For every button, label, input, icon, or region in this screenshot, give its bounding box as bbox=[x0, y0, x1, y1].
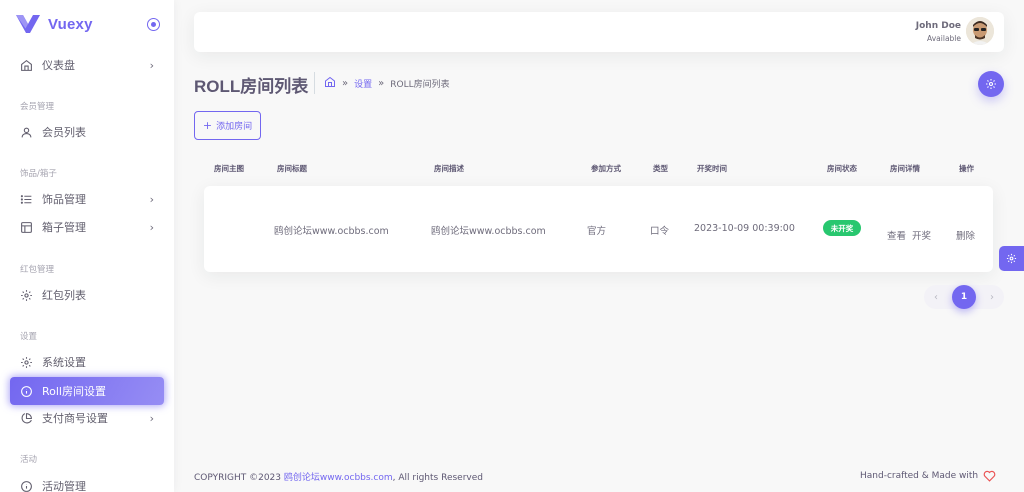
sidebar-section-header: 设置 bbox=[20, 332, 38, 342]
sidebar-item-label: 仪表盘 bbox=[42, 59, 75, 72]
gear-icon bbox=[986, 79, 996, 89]
draw-time-cell: 2023-10-09 00:39:00 bbox=[694, 223, 795, 234]
sidebar-item-label: 系统设置 bbox=[42, 356, 86, 369]
gear-icon bbox=[1006, 253, 1017, 264]
sidebar-section-header: 饰品/箱子 bbox=[20, 169, 57, 179]
user-status: Available bbox=[927, 34, 961, 43]
sidebar-item-dashboard[interactable]: 仪表盘 › bbox=[10, 51, 164, 79]
sidebar-section-header: 活动 bbox=[20, 455, 38, 465]
customizer-toggle-button[interactable] bbox=[999, 246, 1024, 271]
status-badge: 未开奖 bbox=[823, 220, 861, 236]
user-icon bbox=[20, 126, 33, 139]
sidebar-item-items[interactable]: 饰品管理 › bbox=[10, 185, 164, 213]
made-with-text: Hand-crafted & Made with bbox=[860, 471, 979, 481]
sidebar-item-label: 会员列表 bbox=[42, 126, 86, 139]
gear-icon bbox=[20, 356, 33, 369]
sidebar-item-boxes[interactable]: 箱子管理 › bbox=[10, 213, 164, 241]
sidebar-section-header: 红包管理 bbox=[20, 265, 55, 275]
footer-copyright: COPYRIGHT ©2023 鸥创论坛www.ocbbs.com, All r… bbox=[194, 470, 483, 483]
copyright-prefix: COPYRIGHT ©2023 bbox=[194, 473, 284, 483]
footer-made-with: Hand-crafted & Made with bbox=[860, 470, 996, 482]
page-title: ROLL房间列表 bbox=[194, 77, 309, 96]
title-divider bbox=[314, 72, 315, 94]
home-icon[interactable] bbox=[324, 76, 336, 91]
add-room-label: 添加房间 bbox=[216, 122, 253, 132]
user-name[interactable]: John Doe bbox=[916, 21, 961, 31]
table-header: 房间详情 bbox=[890, 164, 920, 173]
sidebar-item-label: Roll房间设置 bbox=[42, 385, 106, 398]
pagination: ‹ 1 › bbox=[924, 285, 1004, 309]
list-icon bbox=[20, 193, 33, 206]
breadcrumb: » 设置 » ROLL房间列表 bbox=[324, 76, 450, 91]
layout-icon bbox=[20, 221, 33, 234]
vuexy-logo-icon[interactable] bbox=[16, 15, 40, 33]
sidebar-item-roll-room-settings[interactable]: Roll房间设置 bbox=[10, 377, 164, 405]
pagination-page-button[interactable]: 1 bbox=[952, 285, 976, 309]
sidebar-item-activity[interactable]: 活动管理 bbox=[10, 472, 164, 492]
breadcrumb-separator: » bbox=[342, 78, 349, 89]
info-circle-icon bbox=[20, 385, 33, 398]
type-cell: 口令 bbox=[650, 226, 670, 237]
sidebar-section-header: 会员管理 bbox=[20, 102, 55, 112]
copyright-link[interactable]: 鸥创论坛www.ocbbs.com bbox=[284, 473, 393, 483]
breadcrumb-link-settings[interactable]: 设置 bbox=[354, 77, 372, 90]
table-header: 房间主图 bbox=[214, 164, 244, 173]
copyright-suffix: , All rights Reserved bbox=[392, 473, 483, 483]
brand-name[interactable]: Vuexy bbox=[48, 16, 93, 33]
table-header: 参加方式 bbox=[591, 164, 621, 173]
sidebar-item-members[interactable]: 会员列表 bbox=[10, 118, 164, 146]
table-header: 房间状态 bbox=[827, 164, 857, 173]
table-header: 操作 bbox=[959, 164, 974, 173]
sidebar: Vuexy 仪表盘 › 会员管理 会员列表 饰品/箱子 饰品管理 › 箱子管理 … bbox=[0, 0, 174, 492]
table-header: 房间描述 bbox=[434, 164, 464, 173]
gear-icon bbox=[20, 289, 33, 302]
room-description-cell: 鸥创论坛www.ocbbs.com bbox=[431, 226, 546, 237]
sidebar-item-label: 饰品管理 bbox=[42, 193, 86, 206]
breadcrumb-current: ROLL房间列表 bbox=[390, 80, 450, 90]
top-navbar: John Doe Available bbox=[194, 12, 1004, 52]
info-circle-icon bbox=[20, 480, 33, 492]
pagination-next-button[interactable]: › bbox=[980, 285, 1004, 309]
pagination-prev-button[interactable]: ‹ bbox=[924, 285, 948, 309]
room-title-cell: 鸥创论坛www.ocbbs.com bbox=[274, 226, 389, 237]
table-header: 类型 bbox=[653, 164, 668, 173]
chevron-right-icon: › bbox=[149, 192, 154, 206]
join-method-cell: 官方 bbox=[587, 226, 607, 237]
sidebar-item-redpacket-list[interactable]: 红包列表 bbox=[10, 281, 164, 309]
sidebar-collapse-toggle-icon[interactable] bbox=[147, 17, 160, 31]
breadcrumb-separator: » bbox=[378, 78, 385, 89]
chevron-right-icon: › bbox=[149, 220, 154, 234]
home-icon bbox=[20, 59, 33, 72]
table-header: 房间标题 bbox=[277, 164, 307, 173]
brand: Vuexy bbox=[0, 0, 174, 48]
draw-button[interactable]: 开奖 bbox=[912, 228, 931, 242]
sidebar-item-system-settings[interactable]: 系统设置 bbox=[10, 348, 164, 376]
delete-button[interactable]: 删除 bbox=[956, 228, 975, 242]
sidebar-item-label: 活动管理 bbox=[42, 480, 86, 492]
plus-icon: + bbox=[202, 119, 213, 132]
sidebar-item-label: 红包列表 bbox=[42, 289, 86, 302]
chevron-right-icon: › bbox=[149, 58, 154, 72]
pie-chart-icon bbox=[20, 412, 33, 425]
view-detail-button[interactable]: 查看 bbox=[887, 228, 906, 242]
sidebar-item-label: 支付商号设置 bbox=[42, 412, 108, 425]
table-header: 开奖时间 bbox=[697, 164, 727, 173]
heart-icon bbox=[983, 470, 996, 482]
add-room-button[interactable]: + 添加房间 bbox=[194, 111, 261, 140]
chevron-right-icon: › bbox=[149, 411, 154, 425]
sidebar-item-payment-settings[interactable]: 支付商号设置 › bbox=[10, 404, 164, 432]
sidebar-item-label: 箱子管理 bbox=[42, 221, 86, 234]
avatar[interactable] bbox=[966, 17, 994, 45]
settings-button[interactable] bbox=[978, 71, 1004, 97]
